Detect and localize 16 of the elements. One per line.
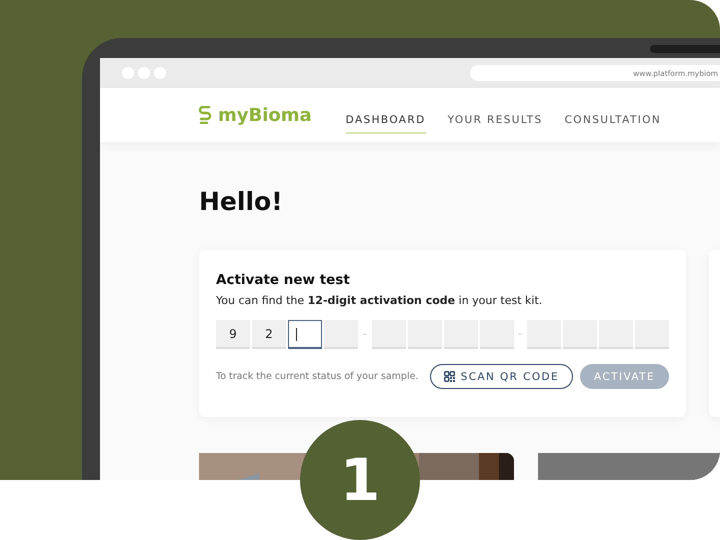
separator: – [361,329,368,340]
camera-notch [650,45,720,53]
code-digit-field[interactable]: 9 [216,320,250,349]
card-description: You can find the 12-digit activation code in your test kit. [216,294,544,307]
qr-code-icon [444,371,455,382]
separator: – [516,329,524,340]
nav-tab[interactable]: CONSULTATION [564,106,662,134]
scan-qr-button[interactable]: SCAN QR CODE [430,364,574,389]
code-digit-field[interactable]: 2 [252,320,286,349]
card-title: Activate new test [216,272,351,288]
nav-tab[interactable]: DASHBOARD [346,106,426,134]
hint-text: To track the current status of your sample. [216,371,420,382]
gut-icon [198,106,212,124]
greeting: Hello! [199,187,284,216]
nav-tab[interactable]: YOUR RESULTS [448,106,543,134]
code-digit-field[interactable] [288,320,322,349]
